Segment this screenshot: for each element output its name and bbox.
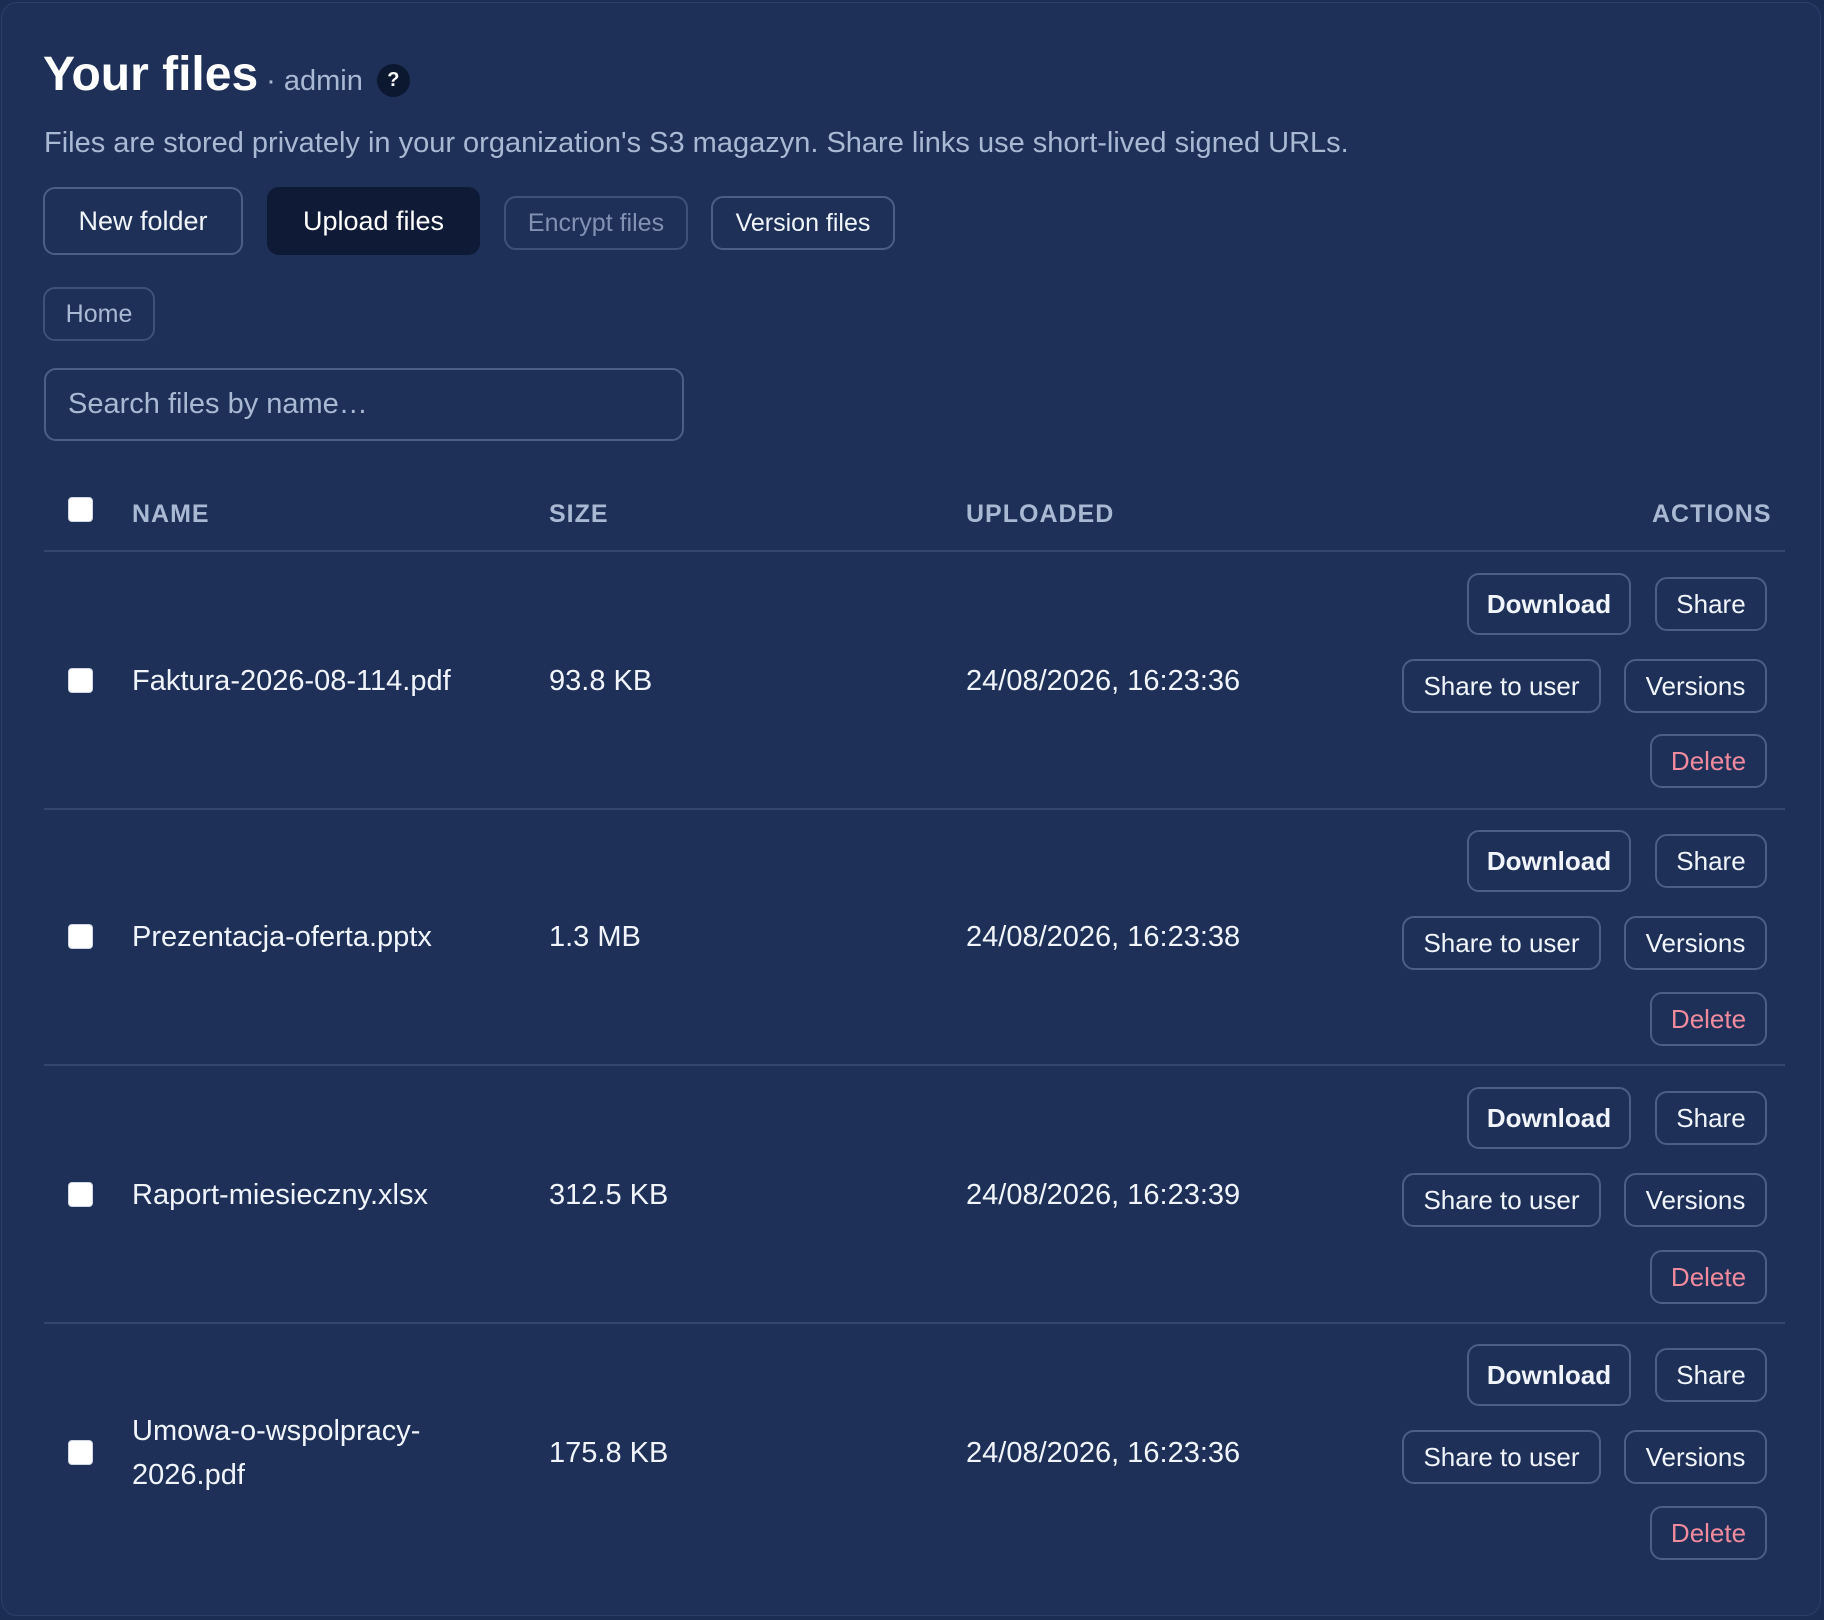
row-divider: [44, 808, 1785, 810]
versions-button[interactable]: Versions: [1624, 916, 1767, 970]
column-header-actions: ACTIONS: [1652, 500, 1772, 528]
download-button[interactable]: Download: [1467, 573, 1631, 635]
help-icon[interactable]: ?: [376, 64, 410, 97]
delete-button[interactable]: Delete: [1650, 1506, 1767, 1560]
share-button[interactable]: Share: [1655, 1348, 1767, 1402]
file-uploaded: 24/08/2026, 16:23:38: [966, 921, 1241, 953]
delete-button[interactable]: Delete: [1650, 1250, 1767, 1304]
file-uploaded: 24/08/2026, 16:23:36: [966, 1437, 1241, 1469]
versions-button[interactable]: Versions: [1624, 659, 1767, 713]
versions-button[interactable]: Versions: [1624, 1430, 1767, 1484]
page-description: Files are stored privately in your organ…: [44, 127, 1349, 159]
versions-button[interactable]: Versions: [1624, 1173, 1767, 1227]
row-divider: [44, 1322, 1785, 1324]
row-checkbox[interactable]: [68, 1440, 93, 1465]
version-files-button[interactable]: Version files: [711, 196, 895, 250]
owner-label: · admin: [266, 65, 363, 97]
download-button[interactable]: Download: [1467, 1344, 1631, 1406]
files-panel: Your files · admin ? Files are stored pr…: [1, 2, 1821, 1616]
page-title: Your files: [43, 48, 259, 101]
column-header-uploaded: UPLOADED: [966, 500, 1115, 528]
file-size: 1.3 MB: [549, 921, 641, 953]
share-button[interactable]: Share: [1655, 834, 1767, 888]
upload-files-button[interactable]: Upload files: [267, 187, 480, 255]
row-checkbox[interactable]: [68, 1182, 93, 1207]
row-divider: [44, 1064, 1785, 1066]
download-button[interactable]: Download: [1467, 1087, 1631, 1149]
delete-button[interactable]: Delete: [1650, 734, 1767, 788]
column-header-name: NAME: [132, 500, 210, 528]
column-header-size: SIZE: [549, 500, 609, 528]
breadcrumb-home[interactable]: Home: [43, 287, 155, 341]
file-size: 312.5 KB: [549, 1179, 669, 1211]
file-name[interactable]: Raport-miesieczny.xlsx: [132, 1173, 492, 1217]
file-name[interactable]: Prezentacja-oferta.pptx: [132, 915, 492, 959]
delete-button[interactable]: Delete: [1650, 992, 1767, 1046]
encrypt-files-button[interactable]: Encrypt files: [504, 196, 688, 250]
file-name[interactable]: Faktura-2026-08-114.pdf: [132, 659, 492, 703]
file-size: 175.8 KB: [549, 1437, 669, 1469]
share-button[interactable]: Share: [1655, 577, 1767, 631]
file-name[interactable]: Umowa-o-wspolpracy-2026.pdf: [132, 1409, 492, 1497]
share-to-user-button[interactable]: Share to user: [1402, 1173, 1601, 1227]
file-uploaded: 24/08/2026, 16:23:39: [966, 1179, 1241, 1211]
download-button[interactable]: Download: [1467, 830, 1631, 892]
select-all-checkbox[interactable]: [68, 497, 93, 522]
header-divider: [44, 550, 1785, 552]
row-checkbox[interactable]: [68, 924, 93, 949]
search-input[interactable]: [44, 368, 684, 441]
share-button[interactable]: Share: [1655, 1091, 1767, 1145]
new-folder-button[interactable]: New folder: [43, 187, 243, 255]
file-uploaded: 24/08/2026, 16:23:36: [966, 665, 1241, 697]
share-to-user-button[interactable]: Share to user: [1402, 1430, 1601, 1484]
page-header: Your files · admin ?: [43, 47, 410, 102]
file-size: 93.8 KB: [549, 665, 653, 697]
row-checkbox[interactable]: [68, 668, 93, 693]
share-to-user-button[interactable]: Share to user: [1402, 659, 1601, 713]
share-to-user-button[interactable]: Share to user: [1402, 916, 1601, 970]
